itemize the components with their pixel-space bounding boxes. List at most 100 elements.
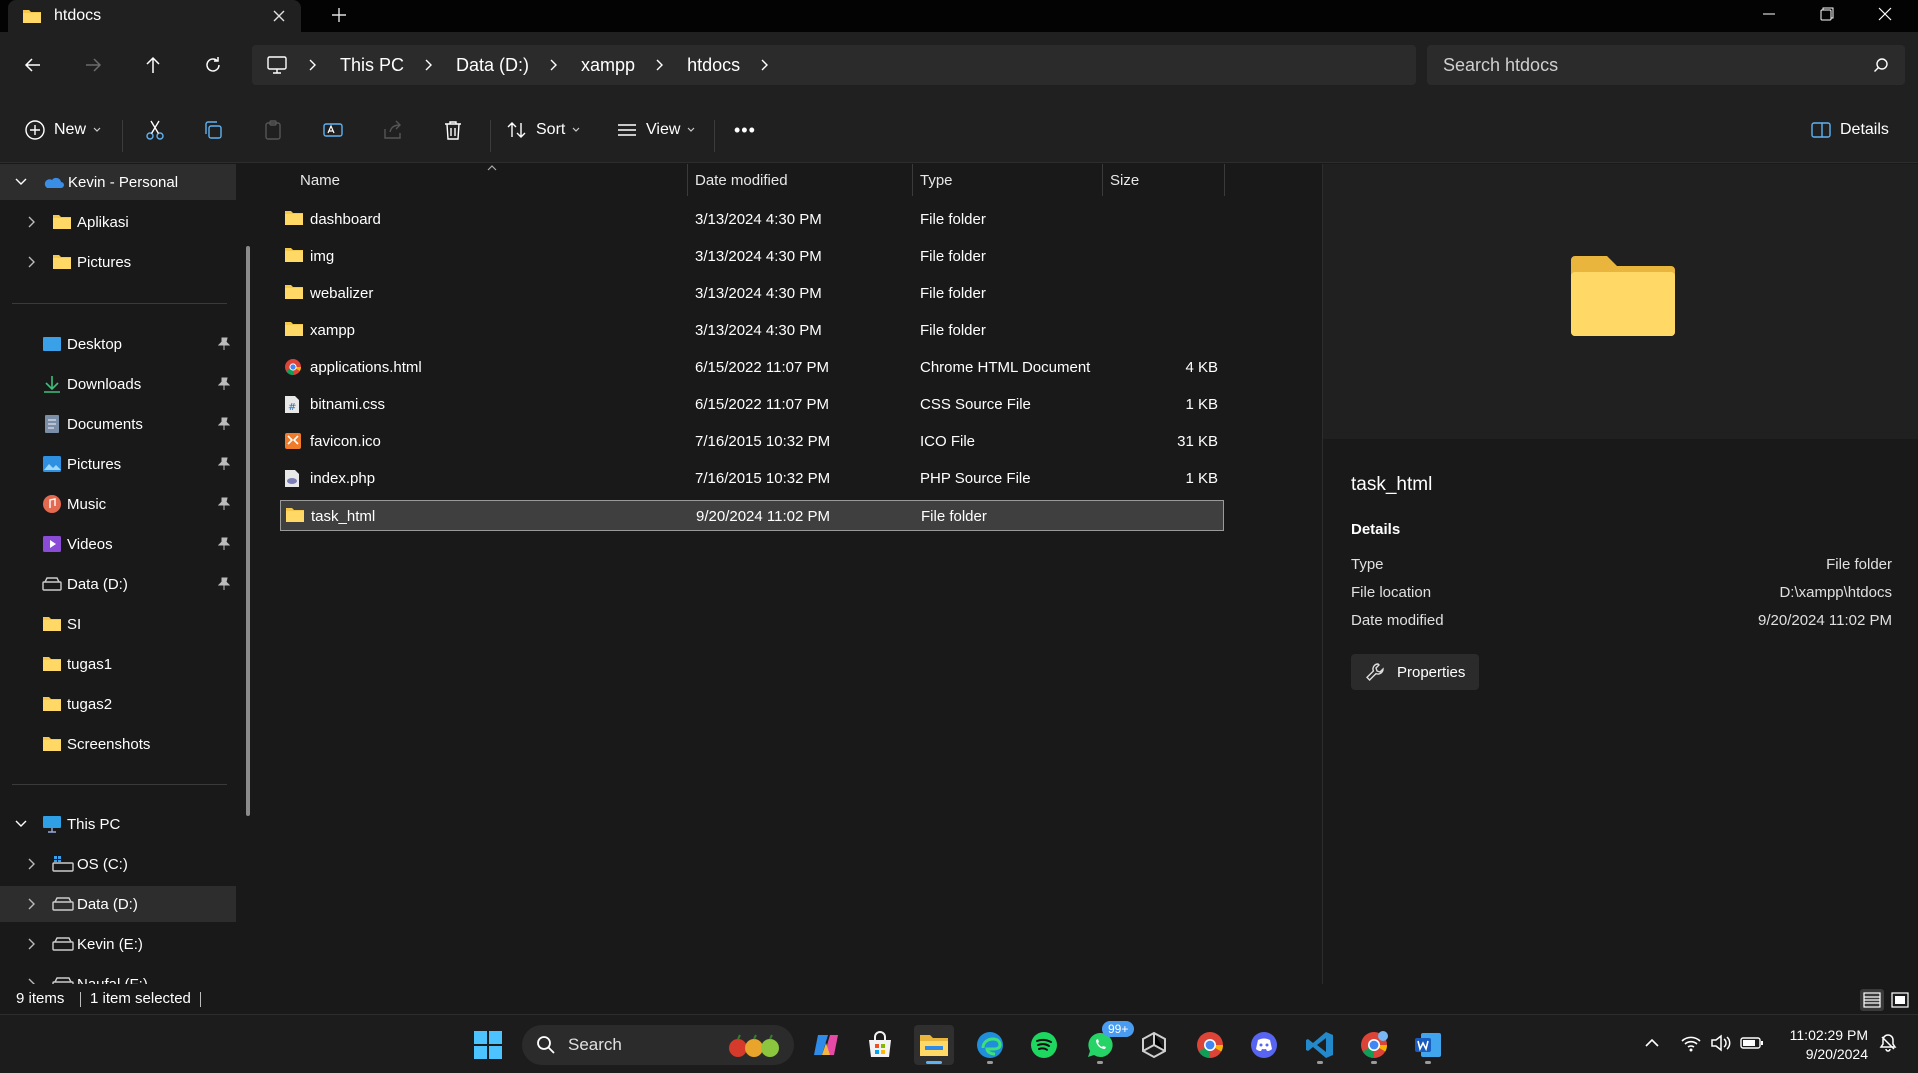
column-header-size[interactable]: Size [1110, 164, 1139, 196]
table-row[interactable]: webalizer 3/13/2024 4:30 PM File folder [280, 278, 1224, 309]
chevron-up-icon[interactable] [1644, 1037, 1660, 1049]
edge-app[interactable] [970, 1025, 1010, 1065]
sidebar-item-pictures[interactable]: Pictures [0, 446, 236, 482]
details-view-button[interactable] [1860, 989, 1884, 1011]
refresh-button[interactable] [198, 50, 228, 80]
chrome-profile-app[interactable] [1354, 1025, 1394, 1065]
sidebar-item-screenshots[interactable]: Screenshots [0, 726, 236, 762]
paste-button[interactable] [262, 114, 284, 146]
sidebar-scrollbar[interactable] [246, 246, 250, 816]
table-row[interactable]: dashboard 3/13/2024 4:30 PM File folder [280, 204, 1224, 235]
column-divider[interactable] [1102, 164, 1103, 196]
search-icon[interactable] [1873, 57, 1889, 73]
tab-htdocs[interactable]: htdocs [8, 0, 301, 32]
rename-button[interactable] [322, 114, 344, 146]
column-divider[interactable] [912, 164, 913, 196]
restore-button[interactable] [1798, 0, 1856, 28]
chevron-right-icon[interactable] [26, 857, 38, 871]
back-button[interactable] [18, 50, 48, 80]
chevron-right-icon[interactable] [760, 58, 770, 72]
table-row[interactable]: applications.html 6/15/2022 11:07 PM Chr… [280, 352, 1224, 383]
view-button[interactable]: View [616, 114, 696, 146]
volume-icon[interactable] [1710, 1034, 1732, 1052]
start-button[interactable] [468, 1025, 508, 1065]
column-header-type[interactable]: Type [920, 164, 953, 196]
sidebar-item-music[interactable]: Music [0, 486, 236, 522]
word-app[interactable] [1408, 1025, 1448, 1065]
sidebar-item-downloads[interactable]: Downloads [0, 366, 236, 402]
table-row[interactable]: xampp 3/13/2024 4:30 PM File folder [280, 315, 1224, 346]
column-header-date[interactable]: Date modified [695, 164, 788, 196]
chevron-right-icon[interactable] [308, 58, 318, 72]
table-row[interactable]: img 3/13/2024 4:30 PM File folder [280, 241, 1224, 272]
sidebar-item-data-d[interactable]: Data (D:) [0, 886, 236, 922]
sidebar-item-onedrive[interactable]: Kevin - Personal [0, 164, 236, 200]
delete-button[interactable] [442, 114, 464, 146]
sidebar-item-tugas1[interactable]: tugas1 [0, 646, 236, 682]
chevron-right-icon[interactable] [26, 255, 38, 269]
spotify-app[interactable] [1024, 1025, 1064, 1065]
whatsapp-app[interactable]: 99+ [1080, 1021, 1135, 1065]
wifi-icon[interactable] [1680, 1034, 1702, 1052]
sidebar-item-this-pc[interactable]: This PC [0, 806, 236, 842]
properties-button[interactable]: Properties [1351, 654, 1479, 690]
unity-app[interactable] [1134, 1025, 1174, 1065]
close-window-button[interactable] [1856, 0, 1914, 28]
table-row[interactable]: favicon.ico 7/16/2015 10:32 PM ICO File … [280, 426, 1224, 457]
new-button[interactable]: New [24, 114, 102, 146]
forward-button[interactable] [78, 50, 108, 80]
table-row[interactable]: index.php 7/16/2015 10:32 PM PHP Source … [280, 463, 1224, 494]
sidebar-item-naufal-f[interactable]: Naufal (F:) [0, 966, 236, 984]
column-header-name[interactable]: Name [300, 164, 340, 196]
notification-bell-icon[interactable] [1878, 1033, 1898, 1053]
cut-button[interactable] [144, 114, 166, 146]
tiles-view-button[interactable] [1888, 989, 1912, 1011]
chevron-right-icon[interactable] [26, 215, 38, 229]
column-divider[interactable] [1224, 164, 1225, 196]
chevron-right-icon[interactable] [26, 977, 38, 984]
chevron-down-icon[interactable] [14, 175, 28, 189]
file-explorer-app[interactable] [914, 1025, 954, 1065]
breadcrumb-this-pc[interactable]: This PC [340, 55, 404, 76]
microsoft-store-app[interactable] [860, 1025, 900, 1065]
chrome-app[interactable] [1190, 1025, 1230, 1065]
chevron-right-icon[interactable] [26, 897, 38, 911]
share-button[interactable] [382, 114, 404, 146]
taskbar-search[interactable]: Search [522, 1025, 794, 1065]
breadcrumb-htdocs[interactable]: htdocs [687, 55, 740, 76]
sidebar-item-data-d-quick[interactable]: Data (D:) [0, 566, 236, 602]
search-input[interactable] [1443, 54, 1843, 76]
new-tab-button[interactable] [330, 6, 348, 24]
chevron-right-icon[interactable] [549, 58, 559, 72]
chevron-down-icon[interactable] [14, 817, 28, 831]
up-button[interactable] [138, 50, 168, 80]
sidebar-item-kevin-e[interactable]: Kevin (E:) [0, 926, 236, 962]
copilot-app[interactable] [806, 1025, 846, 1065]
sidebar-item-tugas2[interactable]: tugas2 [0, 686, 236, 722]
breadcrumb[interactable]: This PC Data (D:) xampp htdocs [252, 45, 1416, 85]
sidebar-item-documents[interactable]: Documents [0, 406, 236, 442]
chevron-right-icon[interactable] [424, 58, 434, 72]
sidebar-item-videos[interactable]: Videos [0, 526, 236, 562]
column-divider[interactable] [687, 164, 688, 196]
close-tab-icon[interactable] [271, 8, 287, 24]
discord-app[interactable] [1244, 1025, 1284, 1065]
system-clock[interactable]: 11:02:29 PM 9/20/2024 [1772, 1026, 1868, 1064]
sidebar-item-pictures-onedrive[interactable]: Pictures [0, 244, 236, 280]
table-row-selected[interactable]: task_html 9/20/2024 11:02 PM File folder [280, 500, 1224, 531]
sort-button[interactable]: Sort [506, 114, 581, 146]
breadcrumb-data-d[interactable]: Data (D:) [456, 55, 529, 76]
minimize-button[interactable] [1740, 0, 1798, 28]
copy-button[interactable] [202, 114, 224, 146]
sidebar-item-desktop[interactable]: Desktop [0, 326, 236, 362]
chevron-right-icon[interactable] [26, 937, 38, 951]
battery-icon[interactable] [1740, 1036, 1764, 1050]
vscode-app[interactable] [1300, 1025, 1340, 1065]
search-box[interactable] [1427, 45, 1905, 85]
chevron-right-icon[interactable] [655, 58, 665, 72]
sidebar-item-si[interactable]: SI [0, 606, 236, 642]
sidebar-item-aplikasi[interactable]: Aplikasi [0, 204, 236, 240]
sidebar-item-os-c[interactable]: OS (C:) [0, 846, 236, 882]
table-row[interactable]: # bitnami.css 6/15/2022 11:07 PM CSS Sou… [280, 389, 1224, 420]
breadcrumb-xampp[interactable]: xampp [581, 55, 635, 76]
